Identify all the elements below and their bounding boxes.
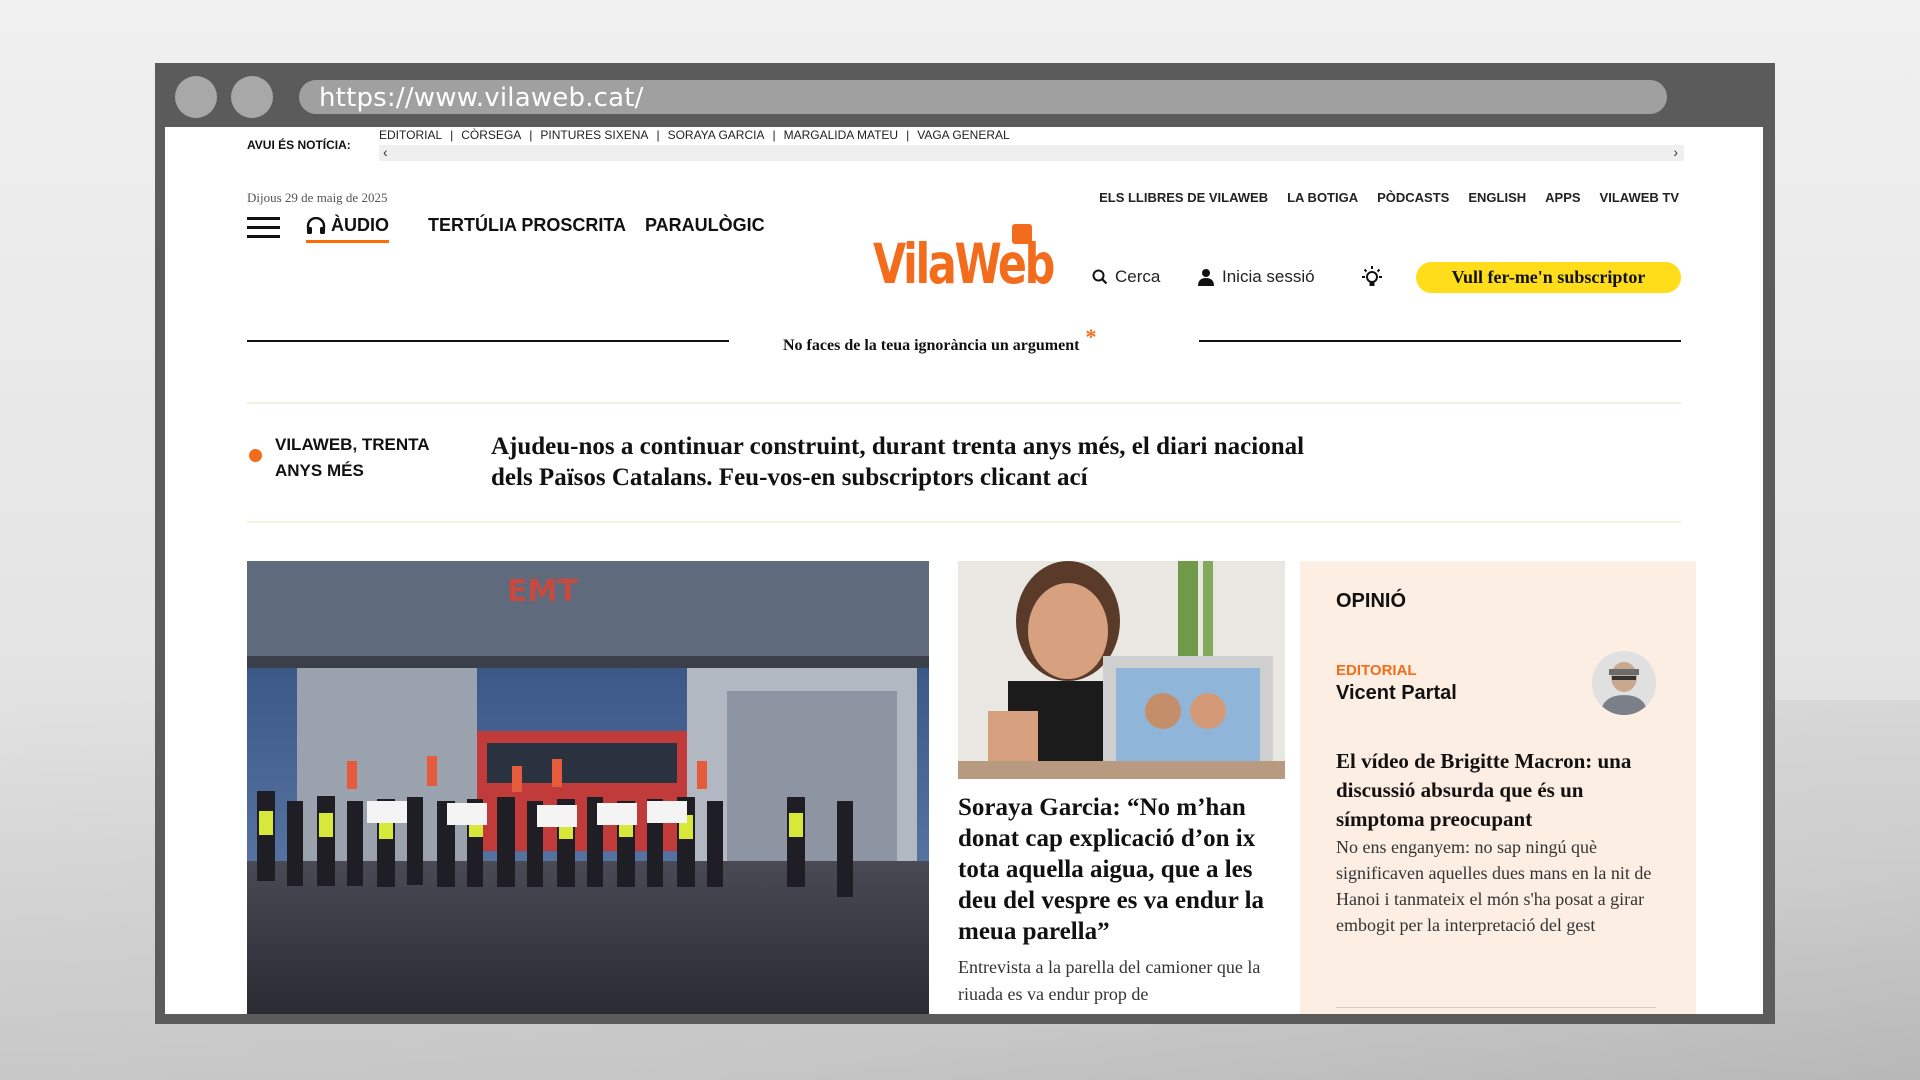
author-avatar[interactable] — [1592, 651, 1656, 715]
ticker-separator: | — [656, 128, 660, 142]
window-button-1[interactable] — [175, 76, 217, 118]
headphones-icon — [306, 216, 326, 234]
ticker-separator: | — [772, 128, 776, 142]
tagline: No faces de la teua ignorància un argume… — [783, 324, 1096, 356]
divider — [247, 521, 1681, 523]
ticker-separator: | — [450, 128, 454, 142]
opinion-author[interactable]: Vicent Partal — [1336, 682, 1457, 705]
user-icon — [1198, 269, 1214, 286]
scroll-right-icon[interactable]: › — [1673, 144, 1678, 160]
nav-audio[interactable]: ÀUDIO — [306, 215, 389, 243]
ticker-separator: | — [906, 128, 910, 142]
lightbulb-icon[interactable] — [1359, 265, 1385, 296]
page-viewport: AVUI ÉS NOTÍCIA: EDITORIAL | CÒRSEGA | PINTU… — [165, 127, 1763, 1014]
browser-window: https://www.vilaweb.cat/ AVUI ÉS NOTÍCIA… — [155, 63, 1775, 1024]
side-story-image[interactable] — [958, 561, 1285, 779]
hamburger-menu-icon[interactable] — [247, 217, 280, 239]
search-button[interactable]: Cerca — [1092, 267, 1160, 287]
link-podcasts[interactable]: PÒDCASTS — [1377, 190, 1449, 205]
top-links: ELS LLIBRES DE VILAWEB LA BOTIGA PÒDCAST… — [1099, 190, 1679, 205]
ticker-item-vaga-general[interactable]: VAGA GENERAL — [917, 128, 1009, 142]
side-story-headline[interactable]: Soraya Garcia: “No m’han donat cap expli… — [958, 792, 1288, 947]
opinion-section-title[interactable]: OPINIÓ — [1336, 590, 1406, 613]
divider — [1199, 340, 1681, 342]
nav-audio-label: ÀUDIO — [331, 215, 389, 235]
current-date: Dijous 29 de maig de 2025 — [247, 190, 388, 205]
nav-paraulogic[interactable]: PARAULÒGIC — [645, 215, 765, 236]
url-text[interactable]: https://www.vilaweb.cat/ — [319, 83, 644, 113]
ticker-items: EDITORIAL | CÒRSEGA | PINTURES SIXENA | SORAYA… — [379, 128, 1010, 142]
ticker-item-corsega[interactable]: CÒRSEGA — [461, 128, 521, 142]
ticker-item-soraya-garcia[interactable]: SORAYA GARCIA — [668, 128, 765, 142]
side-story-summary: Entrevista a la parella del camioner que… — [958, 957, 1261, 1004]
ticker-item-margalida-mateu[interactable]: MARGALIDA MATEU — [784, 128, 898, 142]
link-english[interactable]: ENGLISH — [1468, 190, 1526, 205]
ticker-scrollbar[interactable]: ‹ › — [379, 144, 1684, 161]
link-llibres[interactable]: ELS LLIBRES DE VILAWEB — [1099, 190, 1268, 205]
tagline-text: No faces de la teua ignorància un argume… — [783, 337, 1080, 354]
scroll-left-icon[interactable]: ‹ — [383, 144, 388, 160]
orange-dot-icon — [249, 449, 262, 462]
opinion-headline[interactable]: El vídeo de Brigitte Macron: una discuss… — [1336, 747, 1656, 834]
search-label: Cerca — [1115, 267, 1161, 286]
link-vilaweb-tv[interactable]: VILAWEB TV — [1600, 190, 1679, 205]
login-button[interactable]: Inicia sessió — [1198, 267, 1315, 287]
logo-badge-icon — [1012, 224, 1032, 244]
divider — [247, 340, 729, 342]
opinion-summary: No ens enganyem: no sap ningú què signif… — [1336, 837, 1652, 935]
ticker-item-editorial[interactable]: EDITORIAL — [379, 128, 442, 142]
main-story-image[interactable]: EMT — [247, 561, 929, 1014]
browser-toolbar: https://www.vilaweb.cat/ — [155, 63, 1775, 127]
subscribe-button[interactable]: Vull fer-me'n subscriptor — [1416, 262, 1681, 293]
ticker-label: AVUI ÉS NOTÍCIA: — [247, 138, 351, 152]
vilaweb-logo[interactable]: VilaWeb — [873, 224, 1104, 296]
login-label: Inicia sessió — [1222, 267, 1315, 286]
link-apps[interactable]: APPS — [1545, 190, 1580, 205]
divider — [1336, 1007, 1656, 1008]
search-icon — [1092, 269, 1108, 285]
emt-sign-text: EMT — [507, 574, 578, 609]
link-botiga[interactable]: LA BOTIGA — [1287, 190, 1358, 205]
opinion-panel: OPINIÓ EDITORIAL Vicent Partal El vídeo … — [1300, 561, 1696, 1014]
opinion-kicker[interactable]: EDITORIAL — [1336, 662, 1417, 679]
window-button-2[interactable] — [231, 76, 273, 118]
address-bar[interactable]: https://www.vilaweb.cat/ — [299, 80, 1667, 114]
promo-label[interactable]: VILAWEB, TRENTA ANYS MÉS — [275, 432, 445, 484]
asterisk-icon: * — [1085, 324, 1097, 349]
ticker-item-pintures-sixena[interactable]: PINTURES SIXENA — [540, 128, 648, 142]
nav-tertulia-proscrita[interactable]: TERTÚLIA PROSCRITA — [428, 215, 626, 236]
divider — [247, 402, 1681, 404]
ticker-separator: | — [529, 128, 533, 142]
promo-headline[interactable]: Ajudeu-nos a continuar construint, duran… — [491, 431, 1351, 493]
